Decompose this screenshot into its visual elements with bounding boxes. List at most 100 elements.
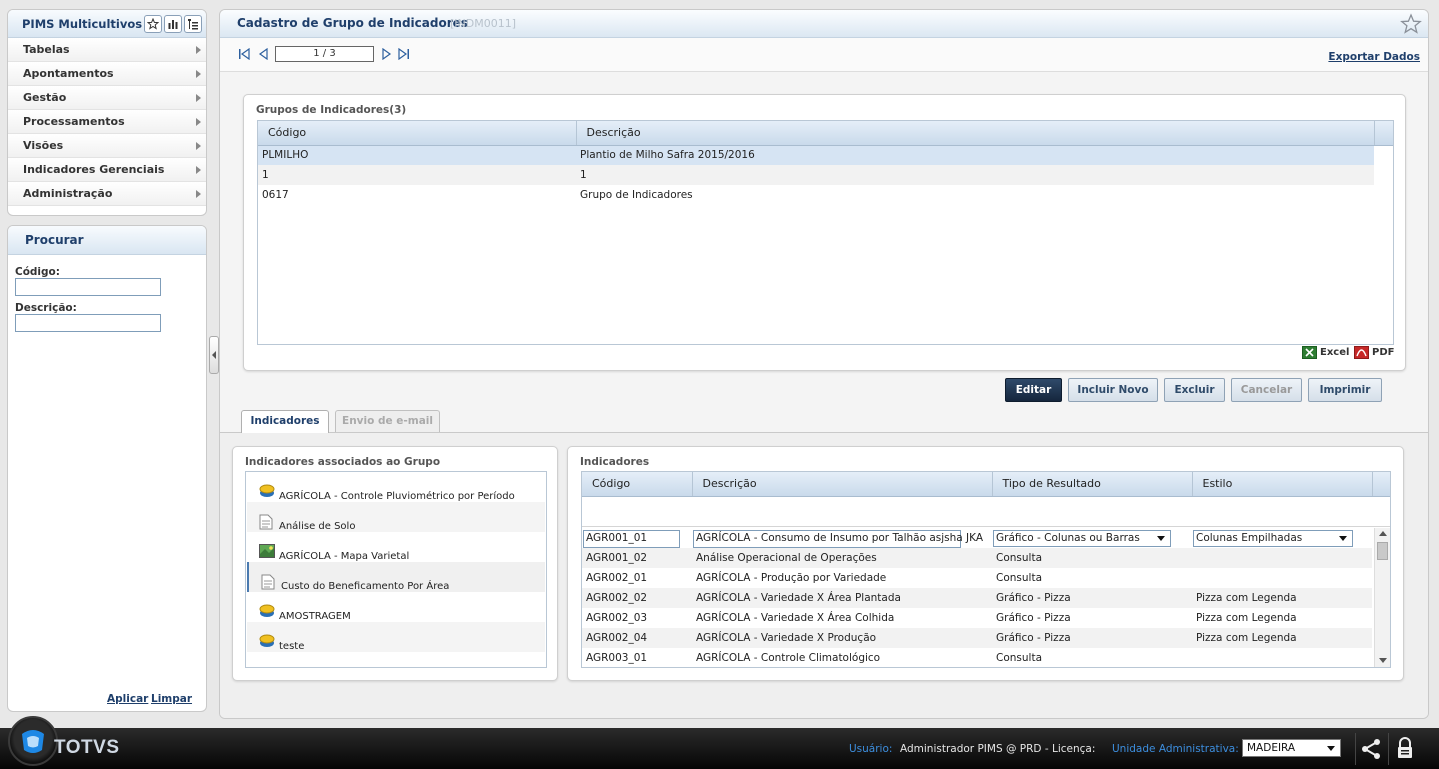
- menu-item-indicadores-gerenciais[interactable]: Indicadores Gerenciais: [8, 158, 206, 182]
- navigation-toolbar: 1 / 3 Exportar Dados: [220, 38, 1428, 72]
- next-page-icon[interactable]: [380, 48, 392, 60]
- header-icons: [144, 14, 206, 33]
- scroll-thumb[interactable]: [1377, 542, 1388, 560]
- cell-code: AGR001_01: [586, 532, 648, 544]
- associated-indicators-box: Indicadores associados ao Grupo AGRÍCOLA…: [232, 446, 558, 681]
- associated-list: AGRÍCOLA - Controle Pluviométrico por Pe…: [245, 471, 547, 668]
- print-button[interactable]: Imprimir: [1308, 378, 1382, 402]
- indicators-table-wrap: Código Descrição Tipo de Resultado Estil…: [581, 471, 1391, 668]
- list-item-label: AGRÍCOLA - Controle Pluviométrico por Pe…: [279, 491, 515, 502]
- column-header-code[interactable]: Código: [258, 121, 577, 146]
- code-search-input[interactable]: [15, 278, 161, 296]
- edit-button[interactable]: Editar: [1005, 378, 1062, 402]
- totvs-logo-icon: [22, 730, 44, 753]
- share-icon[interactable]: [1360, 738, 1382, 760]
- unit-select[interactable]: MADEIRA: [1242, 739, 1341, 757]
- table-row[interactable]: AGR002_03 AGRÍCOLA - Variedade X Área Co…: [582, 608, 1372, 628]
- table-row[interactable]: AGR002_01 AGRÍCOLA - Produção por Varied…: [582, 568, 1372, 588]
- indicators-body: AGR001_01 AGRÍCOLA - Consumo de Insumo p…: [582, 528, 1372, 667]
- menu-item-visoes[interactable]: Visões: [8, 134, 206, 158]
- description-search-input[interactable]: [15, 314, 161, 332]
- list-item[interactable]: AGRÍCOLA - Controle Pluviométrico por Pe…: [247, 472, 545, 502]
- export-data-link[interactable]: Exportar Dados: [1328, 51, 1420, 63]
- table-row[interactable]: PLMILHO Plantio de Milho Safra 2015/2016: [258, 145, 1393, 165]
- table-row[interactable]: AGR003_01 AGRÍCOLA - Controle Climatológ…: [582, 648, 1372, 667]
- list-item-label: Custo do Beneficamento Por Área: [281, 581, 450, 592]
- list-item[interactable]: Custo do Beneficamento Por Área: [247, 562, 545, 592]
- cell-description: AGRÍCOLA - Produção por Variedade: [696, 572, 887, 584]
- cell-style: [1192, 648, 1372, 667]
- add-new-button[interactable]: Incluir Novo: [1068, 378, 1158, 402]
- table-row[interactable]: AGR001_01 AGRÍCOLA - Consumo de Insumo p…: [582, 528, 1372, 548]
- menu-item-gestao[interactable]: Gestão: [8, 86, 206, 110]
- favorites-star-icon[interactable]: [144, 14, 162, 33]
- delete-button[interactable]: Excluir: [1164, 378, 1225, 402]
- tab-envio-email[interactable]: Envio de e-mail: [335, 410, 440, 432]
- scroll-up-icon[interactable]: [1379, 531, 1387, 536]
- export-excel[interactable]: Excel: [1302, 346, 1349, 359]
- list-item[interactable]: Análise de Solo: [247, 502, 545, 532]
- sidebar-collapse-handle[interactable]: [209, 336, 219, 374]
- column-header-code[interactable]: Código: [582, 472, 693, 497]
- lock-icon[interactable]: [1396, 737, 1414, 759]
- apply-link[interactable]: Aplicar: [107, 693, 148, 705]
- cell-description: AGRÍCOLA - Variedade X Produção: [692, 628, 992, 648]
- cell-description: 1: [576, 165, 1374, 185]
- cell-result-type: Gráfico - Pizza: [992, 588, 1192, 608]
- cell-result-type: Consulta: [996, 572, 1043, 584]
- vertical-scrollbar[interactable]: [1374, 528, 1390, 667]
- menu-label: Indicadores Gerenciais: [23, 163, 165, 176]
- last-page-icon[interactable]: [398, 48, 410, 60]
- scroll-down-icon[interactable]: [1379, 658, 1387, 663]
- excel-icon: [1302, 346, 1317, 359]
- table-row[interactable]: AGR002_04 AGRÍCOLA - Variedade X Produçã…: [582, 628, 1372, 648]
- cell-spacer: [1374, 185, 1393, 205]
- column-header-result-type[interactable]: Tipo de Resultado: [992, 472, 1193, 497]
- cell-code: AGR002_04: [582, 628, 692, 648]
- indicators-header-row: Código Descrição Tipo de Resultado Estil…: [582, 472, 1390, 497]
- menu-item-processamentos[interactable]: Processamentos: [8, 110, 206, 134]
- cell-description: Plantio de Milho Safra 2015/2016: [576, 145, 1374, 165]
- column-header-style[interactable]: Estilo: [1192, 472, 1373, 497]
- cell-code: AGR002_02: [582, 588, 692, 608]
- bar-chart-icon[interactable]: [164, 14, 182, 33]
- cell-code: AGR002_01: [586, 572, 648, 584]
- description-label: Descrição:: [15, 302, 77, 314]
- list-item[interactable]: AMOSTRAGEM: [247, 592, 545, 622]
- main-header: Cadastro de Grupo de Indicadores [INDM00…: [220, 10, 1428, 38]
- table-row[interactable]: 0617 Grupo de Indicadores: [258, 185, 1393, 205]
- chevron-right-icon: [196, 93, 201, 102]
- list-item-label: AGRÍCOLA - Mapa Varietal: [279, 551, 410, 562]
- tree-list-icon[interactable]: [184, 14, 202, 33]
- table-row[interactable]: AGR002_02 AGRÍCOLA - Variedade X Área Pl…: [582, 588, 1372, 608]
- menu-label: Administração: [23, 187, 113, 200]
- first-page-icon[interactable]: [238, 48, 250, 60]
- table-row[interactable]: AGR001_02 Análise Operacional de Operaçõ…: [582, 548, 1372, 568]
- page-indicator[interactable]: 1 / 3: [275, 46, 374, 62]
- menu-item-tabelas[interactable]: Tabelas: [8, 38, 206, 62]
- column-header-description[interactable]: Descrição: [576, 121, 1375, 146]
- clear-link[interactable]: Limpar: [151, 693, 192, 705]
- export-pdf[interactable]: PDF: [1354, 346, 1394, 359]
- menu-item-administracao[interactable]: Administração: [8, 182, 206, 206]
- cancel-button[interactable]: Cancelar: [1231, 378, 1302, 402]
- groups-table-wrap: Código Descrição PLMILHO Plantio de Milh…: [257, 120, 1394, 345]
- cell-result-type: Consulta: [992, 548, 1192, 568]
- cell-code: 0617: [262, 189, 289, 201]
- menu-label: Apontamentos: [23, 67, 114, 80]
- cell-result-type: Gráfico - Pizza: [996, 612, 1071, 624]
- menu-item-apontamentos[interactable]: Apontamentos: [8, 62, 206, 86]
- table-row[interactable]: 1 1: [258, 165, 1393, 185]
- user-value: Administrador PIMS @ PRD - Licença:: [900, 743, 1096, 755]
- list-item[interactable]: AGRÍCOLA - Mapa Varietal: [247, 532, 545, 562]
- column-header-description[interactable]: Descrição: [692, 472, 993, 497]
- list-item[interactable]: teste: [247, 622, 545, 652]
- cell-code: AGR001_02: [582, 548, 692, 568]
- favorite-star-icon[interactable]: [1400, 13, 1422, 35]
- cell-style: Pizza com Legenda: [1196, 612, 1297, 624]
- page-title: Cadastro de Grupo de Indicadores: [237, 16, 468, 30]
- tab-indicadores[interactable]: Indicadores: [241, 410, 329, 433]
- previous-page-icon[interactable]: [258, 48, 270, 60]
- indicators-header-table: Código Descrição Tipo de Resultado Estil…: [582, 472, 1390, 497]
- column-header-spacer: [1374, 121, 1393, 146]
